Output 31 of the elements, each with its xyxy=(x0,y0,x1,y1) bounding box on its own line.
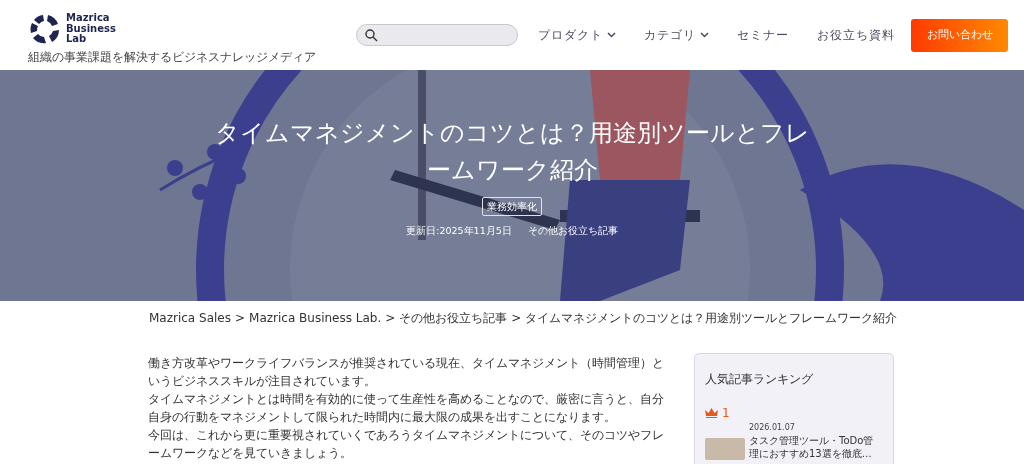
logo-text: Mazrica Business Lab xyxy=(66,13,116,45)
nav-link[interactable]: お役立ち資料 xyxy=(817,26,895,44)
breadcrumb-separator: > xyxy=(385,310,396,327)
tagline: 組織の事業課題を解決するビジネスナレッジメディア xyxy=(28,49,316,66)
logo-icon xyxy=(28,12,62,46)
search-icon xyxy=(365,28,378,42)
nav-link[interactable]: プロダクト xyxy=(538,26,616,44)
article-paragraph: タイムマネジメントとは時間を有効的に使って生産性を高めることなので、厳密に言うと、自分自身の行動をマネジメントして限られた時間内に最大限の成果を出すことになります。 xyxy=(148,391,665,426)
nav-link[interactable]: カテゴリ xyxy=(644,26,709,44)
breadcrumb-separator: > xyxy=(235,310,246,327)
article-paragraph: 今回は、これから更に重要視されていくであろうタイムマネジメントについて、そのコツやフレームワークなどを見ていきましょう。 xyxy=(148,427,665,462)
category-label: その他お役立ち記事 xyxy=(527,224,618,239)
article-date: 2026.01.07 xyxy=(749,422,796,434)
chevron-down-icon xyxy=(607,32,616,38)
breadcrumb-separator: > xyxy=(511,310,522,327)
search-field[interactable] xyxy=(356,24,518,46)
crown-icon xyxy=(705,408,718,418)
photo-placeholder xyxy=(705,438,745,460)
rank-number: 1 xyxy=(722,405,730,422)
breadcrumb-link[interactable]: Mazrica Sales xyxy=(149,309,231,327)
breadcrumb-link[interactable]: その他お役立ち記事 xyxy=(399,309,508,327)
ranking-title: 人気記事ランキング xyxy=(705,371,814,388)
ranking-article-link[interactable]: タスク管理ツール・ToDo管理におすすめ13選を徹底… xyxy=(749,434,883,460)
article-paragraph: 働き方改革やワークライフバランスが推奨されている現在、タイムマネジメント（時間管理）というビジネススキルが注目されています。 xyxy=(148,355,665,390)
breadcrumb-link[interactable]: タイムマネジメントのコツとは？用途別ツールとフレームワーク紹介 xyxy=(525,309,898,327)
category-tag[interactable]: 業務効率化 xyxy=(482,197,542,217)
chevron-down-icon xyxy=(700,32,709,38)
nav-link[interactable]: セミナー xyxy=(737,26,789,44)
breadcrumb-link[interactable]: Mazrica Business Lab. xyxy=(249,309,382,327)
article-title: タイムマネジメントのコツとは？用途別ツールとフレームワーク紹介 xyxy=(213,118,811,187)
updated-date: 更新日:2025年11月5日 xyxy=(406,224,512,239)
